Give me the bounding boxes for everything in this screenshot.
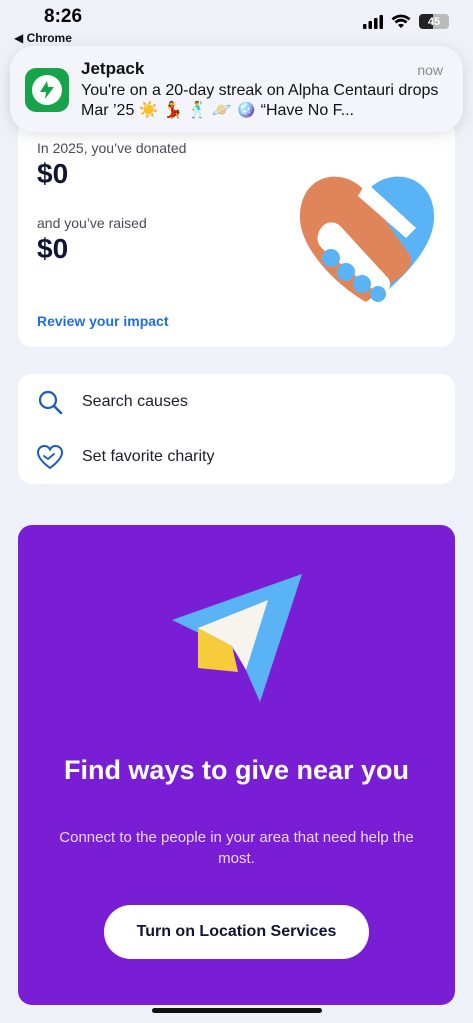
donated-value: $0 — [37, 158, 69, 189]
notification-body: You're on a 20-day streak on Alpha Centa… — [81, 82, 439, 119]
wifi-icon — [391, 14, 411, 28]
search-causes-label: Search causes — [82, 392, 188, 410]
set-favorite-charity-item[interactable]: Set favorite charity — [18, 429, 455, 484]
donated-label: In 2025, you’ve donated — [37, 140, 187, 156]
cellular-signal-icon — [363, 14, 383, 29]
raised-value: $0 — [37, 233, 69, 264]
promo-description: Connect to the people in your area that … — [59, 829, 414, 867]
raised-label: and you’ve raised — [37, 215, 147, 231]
status-icons: 45 — [363, 14, 449, 29]
status-bar: 8:26 ◀ Chrome 45 — [0, 0, 473, 48]
set-favorite-charity-label: Set favorite charity — [82, 447, 215, 465]
search-causes-item[interactable]: Search causes — [18, 374, 455, 429]
promo-title: Find ways to give near you — [63, 755, 410, 785]
notification-time: now — [417, 62, 443, 78]
handshake-heart-illustration — [299, 176, 435, 302]
location-promo-card: Find ways to give near you Connect to th… — [18, 525, 455, 1005]
turn-on-location-button[interactable]: Turn on Location Services — [104, 905, 369, 959]
heart-outline-icon — [36, 443, 64, 471]
battery-icon: 45 — [419, 14, 449, 29]
notification-app-name: Jetpack — [81, 59, 145, 78]
search-icon — [36, 388, 64, 416]
back-to-app-link[interactable]: ◀ Chrome — [14, 31, 72, 45]
paper-plane-illustration — [172, 574, 302, 702]
home-indicator — [152, 1008, 322, 1013]
jetpack-app-icon — [25, 68, 69, 112]
battery-level: 45 — [427, 15, 441, 28]
impact-card: In 2025, you’ve donated $0 and you’ve ra… — [18, 120, 455, 347]
review-impact-link[interactable]: Review your impact — [37, 313, 169, 329]
quick-actions-card: Search causes Set favorite charity — [18, 374, 455, 484]
status-time: 8:26 — [44, 6, 83, 27]
notification-banner[interactable]: Jetpack now You're on a 20-day streak on… — [10, 46, 463, 132]
